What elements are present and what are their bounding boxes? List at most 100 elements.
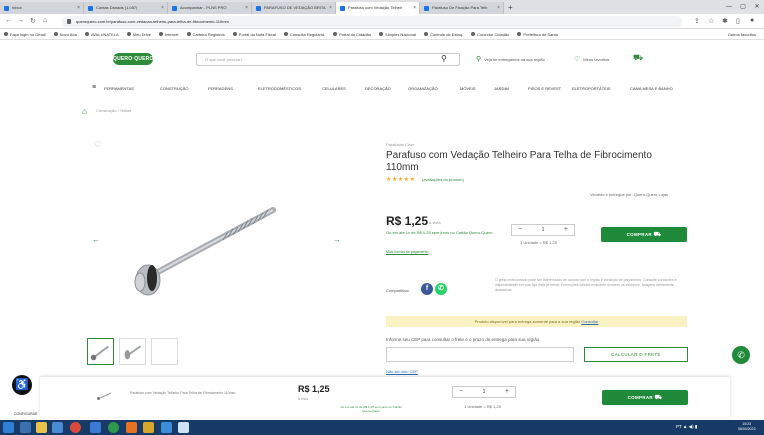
home-icon[interactable]: ⌂: [82, 107, 87, 116]
category-link[interactable]: Decoração: [365, 86, 391, 91]
gallery-thumbnail[interactable]: [151, 338, 178, 365]
bookmark-item[interactable]: Conector Cidadão: [471, 32, 509, 37]
reload-icon[interactable]: ↻: [30, 17, 36, 25]
back-icon[interactable]: ←: [5, 17, 12, 24]
chrome-icon[interactable]: [108, 422, 119, 433]
bookmark-item[interactable]: Controle de Estoq.: [424, 32, 463, 37]
delivery-region-link[interactable]: ⚲ Veja se entregamos na sua região: [476, 55, 545, 63]
facebook-share-icon[interactable]: f: [421, 283, 433, 295]
bookmark-item[interactable]: Meu Drive: [126, 32, 151, 37]
browser-tab-active[interactable]: Parafuso com Vedação Telheir ×: [336, 2, 420, 14]
favorites-label: Meus favoritos: [583, 56, 610, 62]
bookmark-star-icon[interactable]: ☆: [708, 17, 714, 25]
accessibility-icon[interactable]: ♿: [12, 375, 32, 395]
category-link[interactable]: Cama Mesa e Banho: [630, 86, 673, 91]
taskbar-app-icon[interactable]: [20, 422, 31, 433]
browser-tab[interactable]: Inbox ×: [0, 2, 84, 14]
favorite-heart-icon[interactable]: ♡: [94, 140, 101, 149]
close-tab-icon[interactable]: ×: [413, 2, 416, 14]
buy-button[interactable]: COMPRAR ⛟: [601, 227, 687, 242]
whatsapp-share-icon[interactable]: ✆: [435, 283, 447, 295]
taskbar-app-icon[interactable]: [143, 422, 154, 433]
home-browser-icon[interactable]: ⌂: [43, 17, 47, 24]
bookmark-item[interactable]: Portal da Nota Fiscal: [232, 32, 276, 37]
browser-tab[interactable]: Parafuso De Fixação Para Telh ×: [420, 2, 504, 14]
close-tab-icon[interactable]: ×: [77, 2, 80, 14]
other-bookmarks[interactable]: Outros favoritos: [728, 32, 756, 37]
system-tray[interactable]: PT ▲ ◀) ▮: [676, 424, 697, 430]
bookmark-item[interactable]: Simples Nacional: [379, 32, 416, 37]
category-link[interactable]: Móveis: [460, 86, 476, 91]
reviews-link[interactable]: (avaliações do produto): [422, 177, 464, 182]
url-field[interactable]: queroquero.com.br/parafuso-com-vedacao-t…: [62, 16, 682, 27]
category-link[interactable]: Construção: [160, 86, 188, 91]
payment-options-link[interactable]: Mais formas de pagamento: [386, 250, 428, 254]
bookmark-item[interactable]: Portal do Cidadão: [333, 32, 371, 37]
file-explorer-icon[interactable]: [36, 422, 47, 433]
taskbar-app-icon[interactable]: [161, 422, 172, 433]
category-link[interactable]: Organização: [408, 86, 438, 91]
bookmark-item[interactable]: Internet: [158, 32, 179, 37]
taskbar-app-icon[interactable]: [70, 422, 81, 433]
category-link[interactable]: Ferramentas: [104, 86, 134, 91]
bookmark-item[interactable]: Novo Aba: [53, 32, 77, 37]
bookmark-item[interactable]: Carteira Registros: [186, 32, 225, 37]
bookmark-item[interactable]: AVALUNATELA: [84, 32, 119, 37]
bookmark-item[interactable]: Consulta Regularid.: [283, 32, 325, 37]
bookmark-item[interactable]: Prefeitura de Santa: [517, 32, 558, 37]
increase-qty-icon[interactable]: +: [564, 226, 568, 233]
category-link[interactable]: Eletrodomésticos: [258, 86, 301, 91]
new-tab-icon[interactable]: +: [504, 2, 517, 14]
share-page-icon[interactable]: ⇪: [694, 17, 700, 25]
delivery-notice-link[interactable]: Consultar: [581, 319, 598, 324]
menu-hamburger-icon[interactable]: ≡: [92, 84, 96, 91]
minimize-icon[interactable]: —: [722, 0, 736, 14]
start-icon[interactable]: [3, 422, 14, 433]
category-link[interactable]: Pisos e Revest.: [528, 86, 562, 91]
buy-button-label: COMPRAR: [627, 395, 653, 400]
taskbar-app-icon[interactable]: [90, 422, 101, 433]
taskbar-clock[interactable]: 15:23 06/04/2023: [738, 422, 756, 432]
gallery-thumbnail[interactable]: [119, 338, 146, 365]
close-window-icon[interactable]: ✕: [750, 0, 764, 14]
site-logo[interactable]: QUERO·QUERO: [113, 53, 153, 65]
browser-tab[interactable]: Contas Danads (1.087) ×: [84, 2, 168, 14]
search-icon[interactable]: ⚲: [441, 54, 447, 63]
product-brand[interactable]: Parafusos Ciser: [386, 142, 414, 147]
favorites-link[interactable]: ♡ Meus favoritos: [574, 55, 609, 63]
profile-icon[interactable]: ●: [750, 17, 754, 24]
accessibility-label[interactable]: CONFIGURAR: [14, 412, 38, 416]
extensions-icon[interactable]: ✱: [722, 17, 728, 25]
increase-qty-icon[interactable]: +: [505, 388, 509, 395]
search-input[interactable]: O que você procura?: [196, 53, 460, 66]
category-link[interactable]: Ferragens: [208, 86, 233, 91]
gallery-next-arrow-icon[interactable]: →: [333, 235, 341, 244]
category-link[interactable]: Jardim: [494, 86, 509, 91]
unknown-cep-link[interactable]: Não sei meu CEP: [386, 369, 418, 374]
breadcrumb[interactable]: Construção / Telhas: [96, 108, 131, 113]
cart-icon[interactable]: ⛟: [633, 53, 643, 63]
gallery-thumbnail[interactable]: [87, 338, 114, 365]
forward-icon[interactable]: →: [17, 17, 24, 24]
browser-tab[interactable]: Acompanhar - PLNS PRO ×: [168, 2, 252, 14]
gallery-prev-arrow-icon[interactable]: ←: [92, 235, 100, 244]
taskbar-app-icon[interactable]: [178, 422, 189, 433]
taskbar-app-icon[interactable]: [126, 422, 137, 433]
browser-tab[interactable]: PARAFUSO DE VEDAÇÃO BRITA ×: [252, 2, 336, 14]
category-link[interactable]: Eletroportáteis: [572, 86, 611, 91]
sticky-quantity-stepper[interactable]: − 1 +: [452, 386, 516, 398]
quantity-stepper[interactable]: − 1 +: [511, 224, 575, 236]
sidebar-icon[interactable]: ▯: [736, 17, 740, 25]
close-tab-icon[interactable]: ×: [329, 2, 332, 14]
close-tab-icon[interactable]: ×: [161, 2, 164, 14]
bookmark-item[interactable]: Faça login no Gmail: [4, 32, 46, 37]
category-link[interactable]: Celulares: [322, 86, 346, 91]
maximize-icon[interactable]: ▢: [736, 0, 750, 14]
taskbar-app-icon[interactable]: [52, 422, 63, 433]
whatsapp-float-icon[interactable]: ✆: [732, 346, 750, 364]
close-tab-icon[interactable]: ×: [245, 2, 248, 14]
close-tab-icon[interactable]: ×: [497, 2, 500, 14]
cep-input[interactable]: [386, 347, 574, 362]
calculate-shipping-button[interactable]: CALCULAR O FRETE: [584, 347, 688, 362]
sticky-buy-button[interactable]: COMPRAR ⛟: [602, 390, 688, 405]
